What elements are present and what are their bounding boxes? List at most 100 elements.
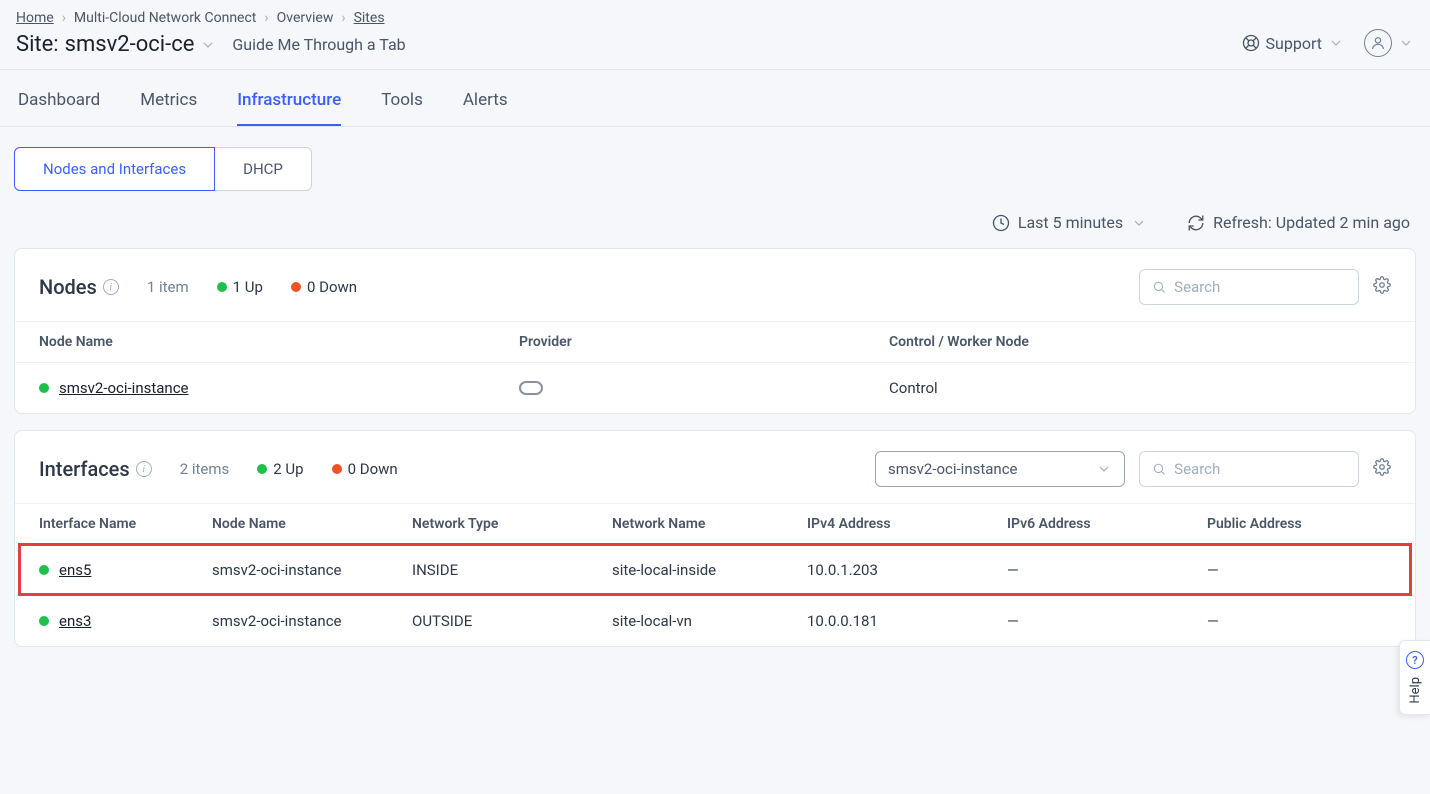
info-icon[interactable]: i <box>136 461 152 477</box>
breadcrumb-mcn[interactable]: Multi-Cloud Network Connect <box>74 10 257 26</box>
selected-node: smsv2-oci-instance <box>888 460 1018 478</box>
interface-row: ens5 smsv2-oci-instance INSIDE site-loca… <box>19 544 1411 595</box>
breadcrumb: Home › Multi-Cloud Network Connect › Ove… <box>16 10 406 26</box>
header-left: Home › Multi-Cloud Network Connect › Ove… <box>16 10 406 57</box>
breadcrumb-sites[interactable]: Sites <box>354 10 385 26</box>
chevron-right-icon: › <box>264 10 268 26</box>
subtab-dhcp[interactable]: DHCP <box>215 147 312 191</box>
breadcrumb-home[interactable]: Home <box>16 10 54 26</box>
page-title[interactable]: Site: smsv2-oci-ce <box>16 32 216 57</box>
interface-node-cell: smsv2-oci-instance <box>212 612 412 630</box>
col-network-name: Network Name <box>612 516 807 532</box>
user-icon <box>1370 35 1386 51</box>
interface-nettype-cell: OUTSIDE <box>412 612 612 630</box>
interface-name-link[interactable]: ens5 <box>59 561 91 579</box>
interface-ipv6-cell: — <box>1007 612 1207 630</box>
col-role: Control / Worker Node <box>889 334 1391 350</box>
nodes-table: Node Name Provider Control / Worker Node… <box>15 321 1415 413</box>
help-tab[interactable]: ? Help <box>1399 640 1430 715</box>
node-provider-cell <box>519 381 889 395</box>
refresh-button[interactable]: Refresh: Updated 2 min ago <box>1187 213 1410 232</box>
tab-infrastructure[interactable]: Infrastructure <box>237 90 341 126</box>
nodes-header-right <box>1139 269 1391 305</box>
status-dot-green <box>39 616 49 626</box>
node-name-cell: smsv2-oci-instance <box>39 379 519 397</box>
col-ipv6: IPv6 Address <box>1007 516 1207 532</box>
interface-nettype-cell: INSIDE <box>412 561 612 579</box>
info-icon[interactable]: i <box>103 279 119 295</box>
clock-icon <box>992 214 1010 232</box>
nodes-search-box[interactable] <box>1139 269 1359 305</box>
subtab-nodes-interfaces[interactable]: Nodes and Interfaces <box>14 147 215 191</box>
nodes-settings-button[interactable] <box>1373 276 1391 298</box>
node-name-link[interactable]: smsv2-oci-instance <box>59 379 189 397</box>
col-provider: Provider <box>519 334 889 350</box>
chevron-down-icon <box>1398 35 1414 51</box>
status-dot-green <box>217 282 227 292</box>
col-ipv4: IPv4 Address <box>807 516 1007 532</box>
title-prefix: Site: <box>16 32 59 57</box>
header-right: Support <box>1242 29 1414 57</box>
interface-public-cell: — <box>1207 612 1391 630</box>
tab-tools[interactable]: Tools <box>381 90 423 126</box>
avatar <box>1364 29 1392 57</box>
help-icon: ? <box>1406 651 1424 669</box>
node-role-cell: Control <box>889 379 1391 397</box>
nodes-card: Nodes i 1 item 1 Up 0 Down Node Name Pro… <box>14 248 1416 414</box>
status-dot-red <box>291 282 301 292</box>
chevron-down-icon <box>1131 215 1147 231</box>
guide-link[interactable]: Guide Me Through a Tab <box>232 35 405 54</box>
nodes-count: 1 item <box>147 278 189 296</box>
interface-row: ens3 smsv2-oci-instance OUTSIDE site-loc… <box>15 595 1415 646</box>
interface-node-cell: smsv2-oci-instance <box>212 561 412 579</box>
col-interface-name: Interface Name <box>39 516 212 532</box>
status-dot-green <box>39 565 49 575</box>
breadcrumb-overview[interactable]: Overview <box>277 10 334 26</box>
interface-node-select[interactable]: smsv2-oci-instance <box>875 451 1125 487</box>
lifebuoy-icon <box>1242 34 1260 52</box>
interfaces-count: 2 items <box>180 460 230 478</box>
chevron-right-icon: › <box>341 10 345 26</box>
help-label: Help <box>1408 677 1423 704</box>
refresh-label: Refresh: Updated 2 min ago <box>1213 213 1410 232</box>
interfaces-title-text: Interfaces <box>39 457 130 481</box>
interfaces-search-input[interactable] <box>1174 460 1346 478</box>
status-dot-green <box>257 464 267 474</box>
nodes-title: Nodes i <box>39 275 119 299</box>
interface-ipv6-cell: — <box>1007 561 1207 579</box>
user-menu[interactable] <box>1364 29 1414 57</box>
tab-dashboard[interactable]: Dashboard <box>18 90 100 126</box>
nodes-up-label: 1 Up <box>233 278 263 296</box>
support-label: Support <box>1266 34 1322 53</box>
nodes-search-input[interactable] <box>1174 278 1346 296</box>
nodes-title-text: Nodes <box>39 275 97 299</box>
interfaces-down-label: 0 Down <box>348 460 398 478</box>
interfaces-card: Interfaces i 2 items 2 Up 0 Down smsv2-o… <box>14 430 1416 647</box>
chevron-right-icon: › <box>62 10 66 26</box>
chevron-down-icon <box>1096 461 1112 477</box>
refresh-icon <box>1187 214 1205 232</box>
interfaces-settings-button[interactable] <box>1373 458 1391 480</box>
interfaces-table: Interface Name Node Name Network Type Ne… <box>15 503 1415 646</box>
interface-netname-cell: site-local-inside <box>612 561 807 579</box>
interfaces-card-header: Interfaces i 2 items 2 Up 0 Down smsv2-o… <box>15 431 1415 503</box>
interfaces-up-label: 2 Up <box>273 460 303 478</box>
col-node-name: Node Name <box>39 334 519 350</box>
interface-name-cell: ens3 <box>39 612 212 630</box>
interface-name-link[interactable]: ens3 <box>59 612 91 630</box>
nodes-card-header: Nodes i 1 item 1 Up 0 Down <box>15 249 1415 321</box>
sub-tabs: Nodes and Interfaces DHCP <box>0 127 1430 191</box>
nodes-table-header: Node Name Provider Control / Worker Node <box>15 321 1415 362</box>
interfaces-header-left: Interfaces i 2 items 2 Up 0 Down <box>39 457 398 481</box>
col-public: Public Address <box>1207 516 1391 532</box>
time-range-label: Last 5 minutes <box>1018 213 1123 232</box>
interface-public-cell: — <box>1207 561 1391 579</box>
time-range-selector[interactable]: Last 5 minutes <box>992 213 1147 232</box>
tab-metrics[interactable]: Metrics <box>140 90 197 126</box>
col-network-type: Network Type <box>412 516 612 532</box>
node-row: smsv2-oci-instance Control <box>15 362 1415 413</box>
tab-alerts[interactable]: Alerts <box>463 90 508 126</box>
col-interface-node: Node Name <box>212 516 412 532</box>
interfaces-search-box[interactable] <box>1139 451 1359 487</box>
support-button[interactable]: Support <box>1242 34 1344 53</box>
